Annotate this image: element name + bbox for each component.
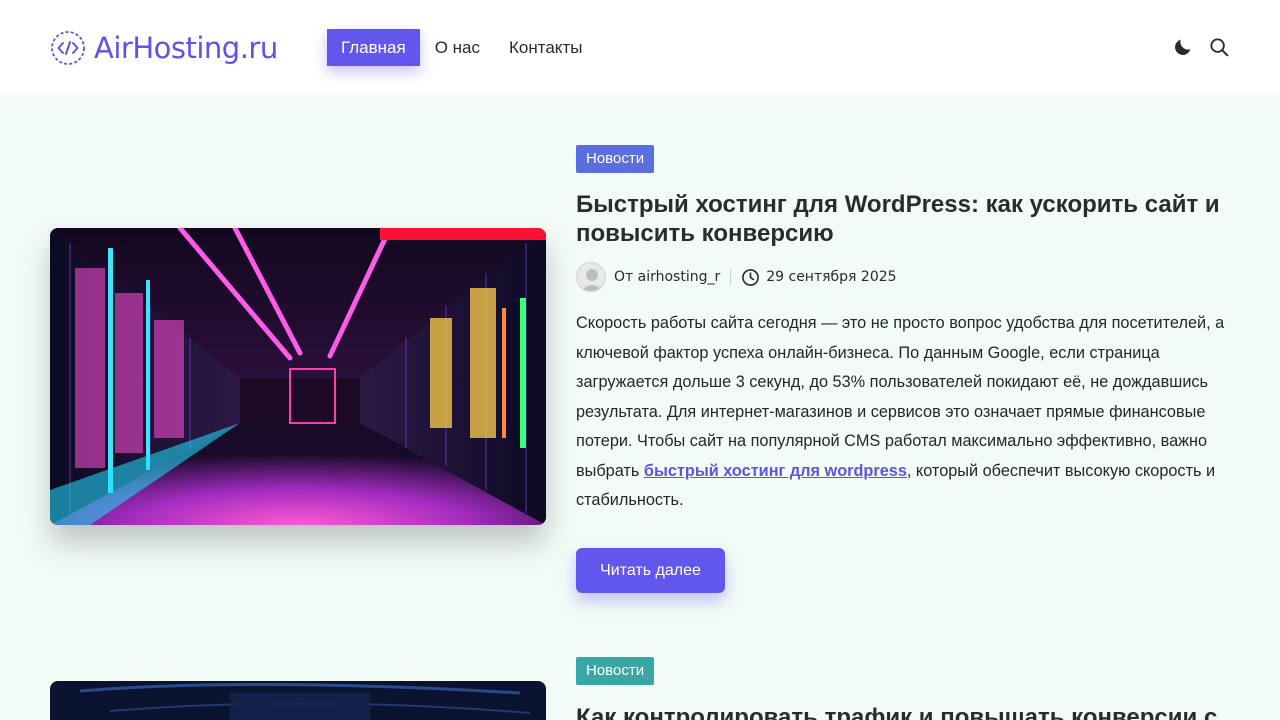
nav-item-contacts[interactable]: Контакты [495, 29, 596, 66]
user-icon [581, 269, 603, 291]
post-thumbnail[interactable] [50, 228, 546, 525]
search-icon[interactable] [1208, 36, 1230, 58]
clock-icon [742, 268, 760, 286]
category-badge[interactable]: Новости [576, 657, 655, 685]
post-thumbnail[interactable] [50, 681, 546, 720]
site-header: AirHosting.ru Главная О нас Контакты [0, 0, 1280, 95]
nav-item-home[interactable]: Главная [327, 29, 420, 66]
server-room-image [50, 228, 546, 525]
post-excerpt: Скорость работы сайта сегодня — это не п… [576, 309, 1241, 516]
category-badge[interactable]: Новости [576, 145, 655, 173]
avatar [576, 262, 606, 292]
code-icon [51, 31, 85, 65]
post-meta: От airhosting_r 29 сентября 2025 [576, 262, 897, 292]
read-more-button[interactable]: Читать далее [576, 548, 725, 593]
post-title[interactable]: Как контролировать трафик и повышать кон… [576, 703, 1236, 720]
site-logo[interactable]: AirHosting.ru [50, 30, 278, 66]
post-author[interactable]: От airhosting_r [614, 269, 720, 285]
excerpt-text: Скорость работы сайта сегодня — это не п… [576, 314, 1225, 480]
post-image [50, 681, 546, 720]
post-title[interactable]: Быстрый хостинг для WordPress: как ускор… [576, 190, 1236, 248]
moon-icon[interactable] [1172, 36, 1194, 58]
main-nav: Главная О нас Контакты [327, 29, 596, 66]
post-date: 29 сентября 2025 [766, 269, 897, 285]
meta-divider [730, 269, 732, 285]
nav-item-about[interactable]: О нас [421, 29, 494, 66]
excerpt-link[interactable]: быстрый хостинг для wordpress [644, 462, 907, 480]
logo-text: AirHosting.ru [94, 31, 278, 65]
